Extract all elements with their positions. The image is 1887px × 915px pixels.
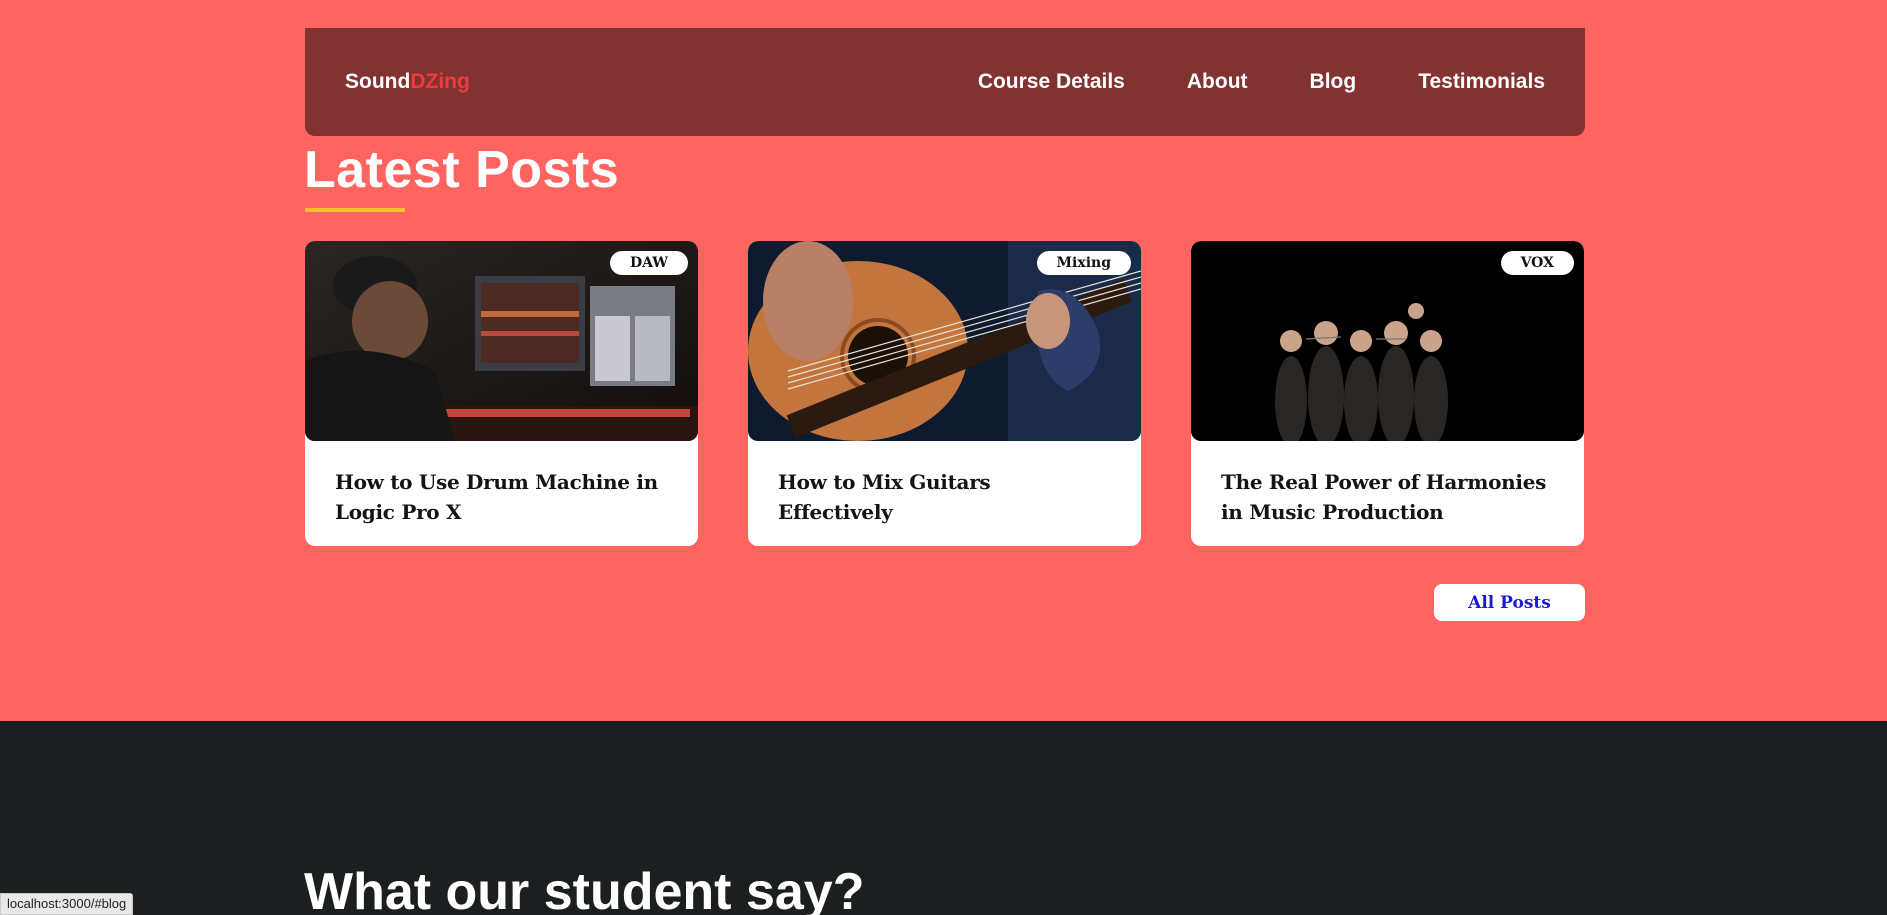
nav-link-course-details[interactable]: Course Details	[978, 70, 1125, 94]
nav-link-about[interactable]: About	[1187, 70, 1248, 94]
post-badge: Mixing	[1036, 251, 1131, 275]
browser-status-url: localhost:3000/#blog	[0, 893, 134, 915]
choir-on-stage-photo: VOX	[1191, 241, 1584, 441]
post-card[interactable]: Mixing How to Mix Guitars Effectively	[748, 241, 1141, 546]
acoustic-guitar-photo: Mixing	[748, 241, 1141, 441]
title-underline	[305, 208, 405, 212]
testimonials-section	[0, 721, 1887, 915]
post-badge: VOX	[1500, 251, 1574, 275]
post-cards: DAW How to Use Drum Machine in Logic Pro…	[305, 241, 1584, 546]
nav-links: Course Details About Blog Testimonials	[978, 70, 1545, 94]
post-title[interactable]: The Real Power of Harmonies in Music Pro…	[1191, 441, 1584, 527]
testimonials-title: What our student say?	[304, 863, 865, 915]
nav-link-blog[interactable]: Blog	[1310, 70, 1357, 94]
post-card[interactable]: VOX The Real Power of Harmonies in Music…	[1191, 241, 1584, 546]
post-title[interactable]: How to Use Drum Machine in Logic Pro X	[305, 441, 698, 527]
nav-link-testimonials[interactable]: Testimonials	[1418, 70, 1545, 94]
post-card[interactable]: DAW How to Use Drum Machine in Logic Pro…	[305, 241, 698, 546]
navbar: SoundDZing Course Details About Blog Tes…	[305, 28, 1585, 136]
post-title[interactable]: How to Mix Guitars Effectively	[748, 441, 1141, 527]
all-posts-button[interactable]: All Posts	[1434, 584, 1585, 621]
post-badge: DAW	[609, 251, 688, 275]
latest-posts-title: Latest Posts	[304, 141, 620, 199]
logo-main: Sound	[345, 70, 411, 93]
logo-accent: DZing	[410, 70, 470, 93]
site-logo[interactable]: SoundDZing	[345, 70, 470, 94]
music-studio-daw-photo: DAW	[305, 241, 698, 441]
